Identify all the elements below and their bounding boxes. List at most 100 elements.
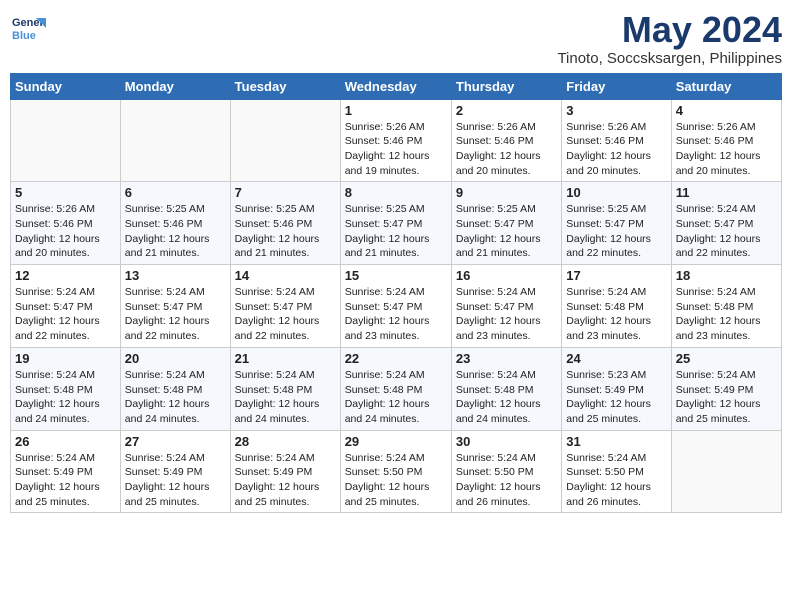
calendar-title: May 2024 (557, 10, 782, 50)
day-number: 18 (676, 268, 777, 283)
day-info: Sunrise: 5:23 AM Sunset: 5:49 PM Dayligh… (566, 368, 666, 427)
day-cell: 30 Sunrise: 5:24 AM Sunset: 5:50 PM Dayli… (451, 430, 561, 513)
day-number: 22 (345, 351, 447, 366)
day-info: Sunrise: 5:25 AM Sunset: 5:47 PM Dayligh… (566, 202, 666, 261)
svg-text:Blue: Blue (12, 30, 36, 42)
day-info: Sunrise: 5:25 AM Sunset: 5:46 PM Dayligh… (235, 202, 336, 261)
day-cell (120, 99, 230, 182)
day-info: Sunrise: 5:26 AM Sunset: 5:46 PM Dayligh… (456, 120, 557, 179)
day-number: 13 (125, 268, 226, 283)
day-header-sunday: Sunday (11, 73, 121, 99)
day-cell: 13 Sunrise: 5:24 AM Sunset: 5:47 PM Dayli… (120, 265, 230, 348)
day-cell: 15 Sunrise: 5:24 AM Sunset: 5:47 PM Dayli… (340, 265, 451, 348)
day-info: Sunrise: 5:24 AM Sunset: 5:49 PM Dayligh… (676, 368, 777, 427)
day-number: 23 (456, 351, 557, 366)
day-info: Sunrise: 5:26 AM Sunset: 5:46 PM Dayligh… (676, 120, 777, 179)
day-cell: 20Sunrise: 5:24 AM Sunset: 5:48 PM Dayli… (120, 347, 230, 430)
day-cell: 24Sunrise: 5:23 AM Sunset: 5:49 PM Dayli… (562, 347, 671, 430)
day-number: 16 (456, 268, 557, 283)
day-info: Sunrise: 5:24 AM Sunset: 5:50 PM Dayligh… (566, 451, 666, 510)
week-row-3: 12 Sunrise: 5:24 AM Sunset: 5:47 PM Dayli… (11, 265, 782, 348)
day-header-thursday: Thursday (451, 73, 561, 99)
day-cell: 9 Sunrise: 5:25 AM Sunset: 5:47 PM Daylig… (451, 182, 561, 265)
day-cell: 26Sunrise: 5:24 AM Sunset: 5:49 PM Dayli… (11, 430, 121, 513)
day-number: 21 (235, 351, 336, 366)
day-cell: 28 Sunrise: 5:24 AM Sunset: 5:49 PM Dayli… (230, 430, 340, 513)
day-cell: 23 Sunrise: 5:24 AM Sunset: 5:48 PM Dayli… (451, 347, 561, 430)
day-header-friday: Friday (562, 73, 671, 99)
day-cell: 16Sunrise: 5:24 AM Sunset: 5:47 PM Dayli… (451, 265, 561, 348)
day-number: 27 (125, 434, 226, 449)
day-number: 5 (15, 185, 116, 200)
day-info: Sunrise: 5:24 AM Sunset: 5:48 PM Dayligh… (676, 285, 777, 344)
day-cell: 14 Sunrise: 5:24 AM Sunset: 5:47 PM Dayli… (230, 265, 340, 348)
day-number: 10 (566, 185, 666, 200)
day-info: Sunrise: 5:26 AM Sunset: 5:46 PM Dayligh… (15, 202, 116, 261)
day-cell: 11Sunrise: 5:24 AM Sunset: 5:47 PM Dayli… (671, 182, 781, 265)
day-cell: 27 Sunrise: 5:24 AM Sunset: 5:49 PM Dayli… (120, 430, 230, 513)
day-cell: 22 Sunrise: 5:24 AM Sunset: 5:48 PM Dayli… (340, 347, 451, 430)
day-cell: 1 Sunrise: 5:26 AM Sunset: 5:46 PM Daylig… (340, 99, 451, 182)
day-cell: 6 Sunrise: 5:25 AM Sunset: 5:46 PM Daylig… (120, 182, 230, 265)
calendar-subtitle: Tinoto, Soccsksargen, Philippines (557, 50, 782, 67)
day-header-saturday: Saturday (671, 73, 781, 99)
day-cell: 12 Sunrise: 5:24 AM Sunset: 5:47 PM Dayli… (11, 265, 121, 348)
day-number: 20 (125, 351, 226, 366)
day-cell: 2 Sunrise: 5:26 AM Sunset: 5:46 PM Daylig… (451, 99, 561, 182)
calendar-table: SundayMondayTuesdayWednesdayThursdayFrid… (10, 73, 782, 514)
day-info: Sunrise: 5:24 AM Sunset: 5:47 PM Dayligh… (125, 285, 226, 344)
day-number: 8 (345, 185, 447, 200)
day-number: 14 (235, 268, 336, 283)
day-info: Sunrise: 5:24 AM Sunset: 5:49 PM Dayligh… (235, 451, 336, 510)
day-info: Sunrise: 5:24 AM Sunset: 5:48 PM Dayligh… (456, 368, 557, 427)
day-number: 2 (456, 103, 557, 118)
day-cell: 18 Sunrise: 5:24 AM Sunset: 5:48 PM Dayli… (671, 265, 781, 348)
logo: General Blue General Blue (10, 10, 46, 46)
day-info: Sunrise: 5:25 AM Sunset: 5:47 PM Dayligh… (456, 202, 557, 261)
day-number: 12 (15, 268, 116, 283)
week-row-2: 5 Sunrise: 5:26 AM Sunset: 5:46 PM Daylig… (11, 182, 782, 265)
day-number: 7 (235, 185, 336, 200)
day-cell: 31 Sunrise: 5:24 AM Sunset: 5:50 PM Dayli… (562, 430, 671, 513)
day-cell: 4 Sunrise: 5:26 AM Sunset: 5:46 PM Daylig… (671, 99, 781, 182)
page-header: General Blue General Blue May 2024 Tinot… (10, 10, 782, 67)
day-info: Sunrise: 5:25 AM Sunset: 5:46 PM Dayligh… (125, 202, 226, 261)
title-section: May 2024 Tinoto, Soccsksargen, Philippin… (557, 10, 782, 67)
day-info: Sunrise: 5:24 AM Sunset: 5:49 PM Dayligh… (125, 451, 226, 510)
day-cell (230, 99, 340, 182)
day-number: 1 (345, 103, 447, 118)
day-number: 17 (566, 268, 666, 283)
day-info: Sunrise: 5:24 AM Sunset: 5:48 PM Dayligh… (345, 368, 447, 427)
day-cell: 10 Sunrise: 5:25 AM Sunset: 5:47 PM Dayli… (562, 182, 671, 265)
day-number: 3 (566, 103, 666, 118)
day-info: Sunrise: 5:24 AM Sunset: 5:47 PM Dayligh… (15, 285, 116, 344)
day-number: 15 (345, 268, 447, 283)
day-number: 31 (566, 434, 666, 449)
day-info: Sunrise: 5:24 AM Sunset: 5:48 PM Dayligh… (15, 368, 116, 427)
day-info: Sunrise: 5:24 AM Sunset: 5:50 PM Dayligh… (456, 451, 557, 510)
day-info: Sunrise: 5:24 AM Sunset: 5:47 PM Dayligh… (235, 285, 336, 344)
day-number: 9 (456, 185, 557, 200)
week-row-4: 19 Sunrise: 5:24 AM Sunset: 5:48 PM Dayli… (11, 347, 782, 430)
day-number: 30 (456, 434, 557, 449)
day-cell: 17 Sunrise: 5:24 AM Sunset: 5:48 PM Dayli… (562, 265, 671, 348)
day-info: Sunrise: 5:26 AM Sunset: 5:46 PM Dayligh… (345, 120, 447, 179)
day-info: Sunrise: 5:25 AM Sunset: 5:47 PM Dayligh… (345, 202, 447, 261)
day-header-tuesday: Tuesday (230, 73, 340, 99)
day-header-wednesday: Wednesday (340, 73, 451, 99)
week-row-5: 26Sunrise: 5:24 AM Sunset: 5:49 PM Dayli… (11, 430, 782, 513)
day-cell: 7 Sunrise: 5:25 AM Sunset: 5:46 PM Daylig… (230, 182, 340, 265)
day-info: Sunrise: 5:24 AM Sunset: 5:47 PM Dayligh… (345, 285, 447, 344)
day-info: Sunrise: 5:24 AM Sunset: 5:48 PM Dayligh… (566, 285, 666, 344)
day-cell: 21Sunrise: 5:24 AM Sunset: 5:48 PM Dayli… (230, 347, 340, 430)
day-number: 4 (676, 103, 777, 118)
day-number: 19 (15, 351, 116, 366)
day-number: 28 (235, 434, 336, 449)
day-number: 6 (125, 185, 226, 200)
day-cell (671, 430, 781, 513)
day-cell: 29Sunrise: 5:24 AM Sunset: 5:50 PM Dayli… (340, 430, 451, 513)
day-info: Sunrise: 5:24 AM Sunset: 5:50 PM Dayligh… (345, 451, 447, 510)
week-row-1: 1 Sunrise: 5:26 AM Sunset: 5:46 PM Daylig… (11, 99, 782, 182)
day-cell: 8 Sunrise: 5:25 AM Sunset: 5:47 PM Daylig… (340, 182, 451, 265)
logo-icon: General Blue (10, 10, 46, 46)
